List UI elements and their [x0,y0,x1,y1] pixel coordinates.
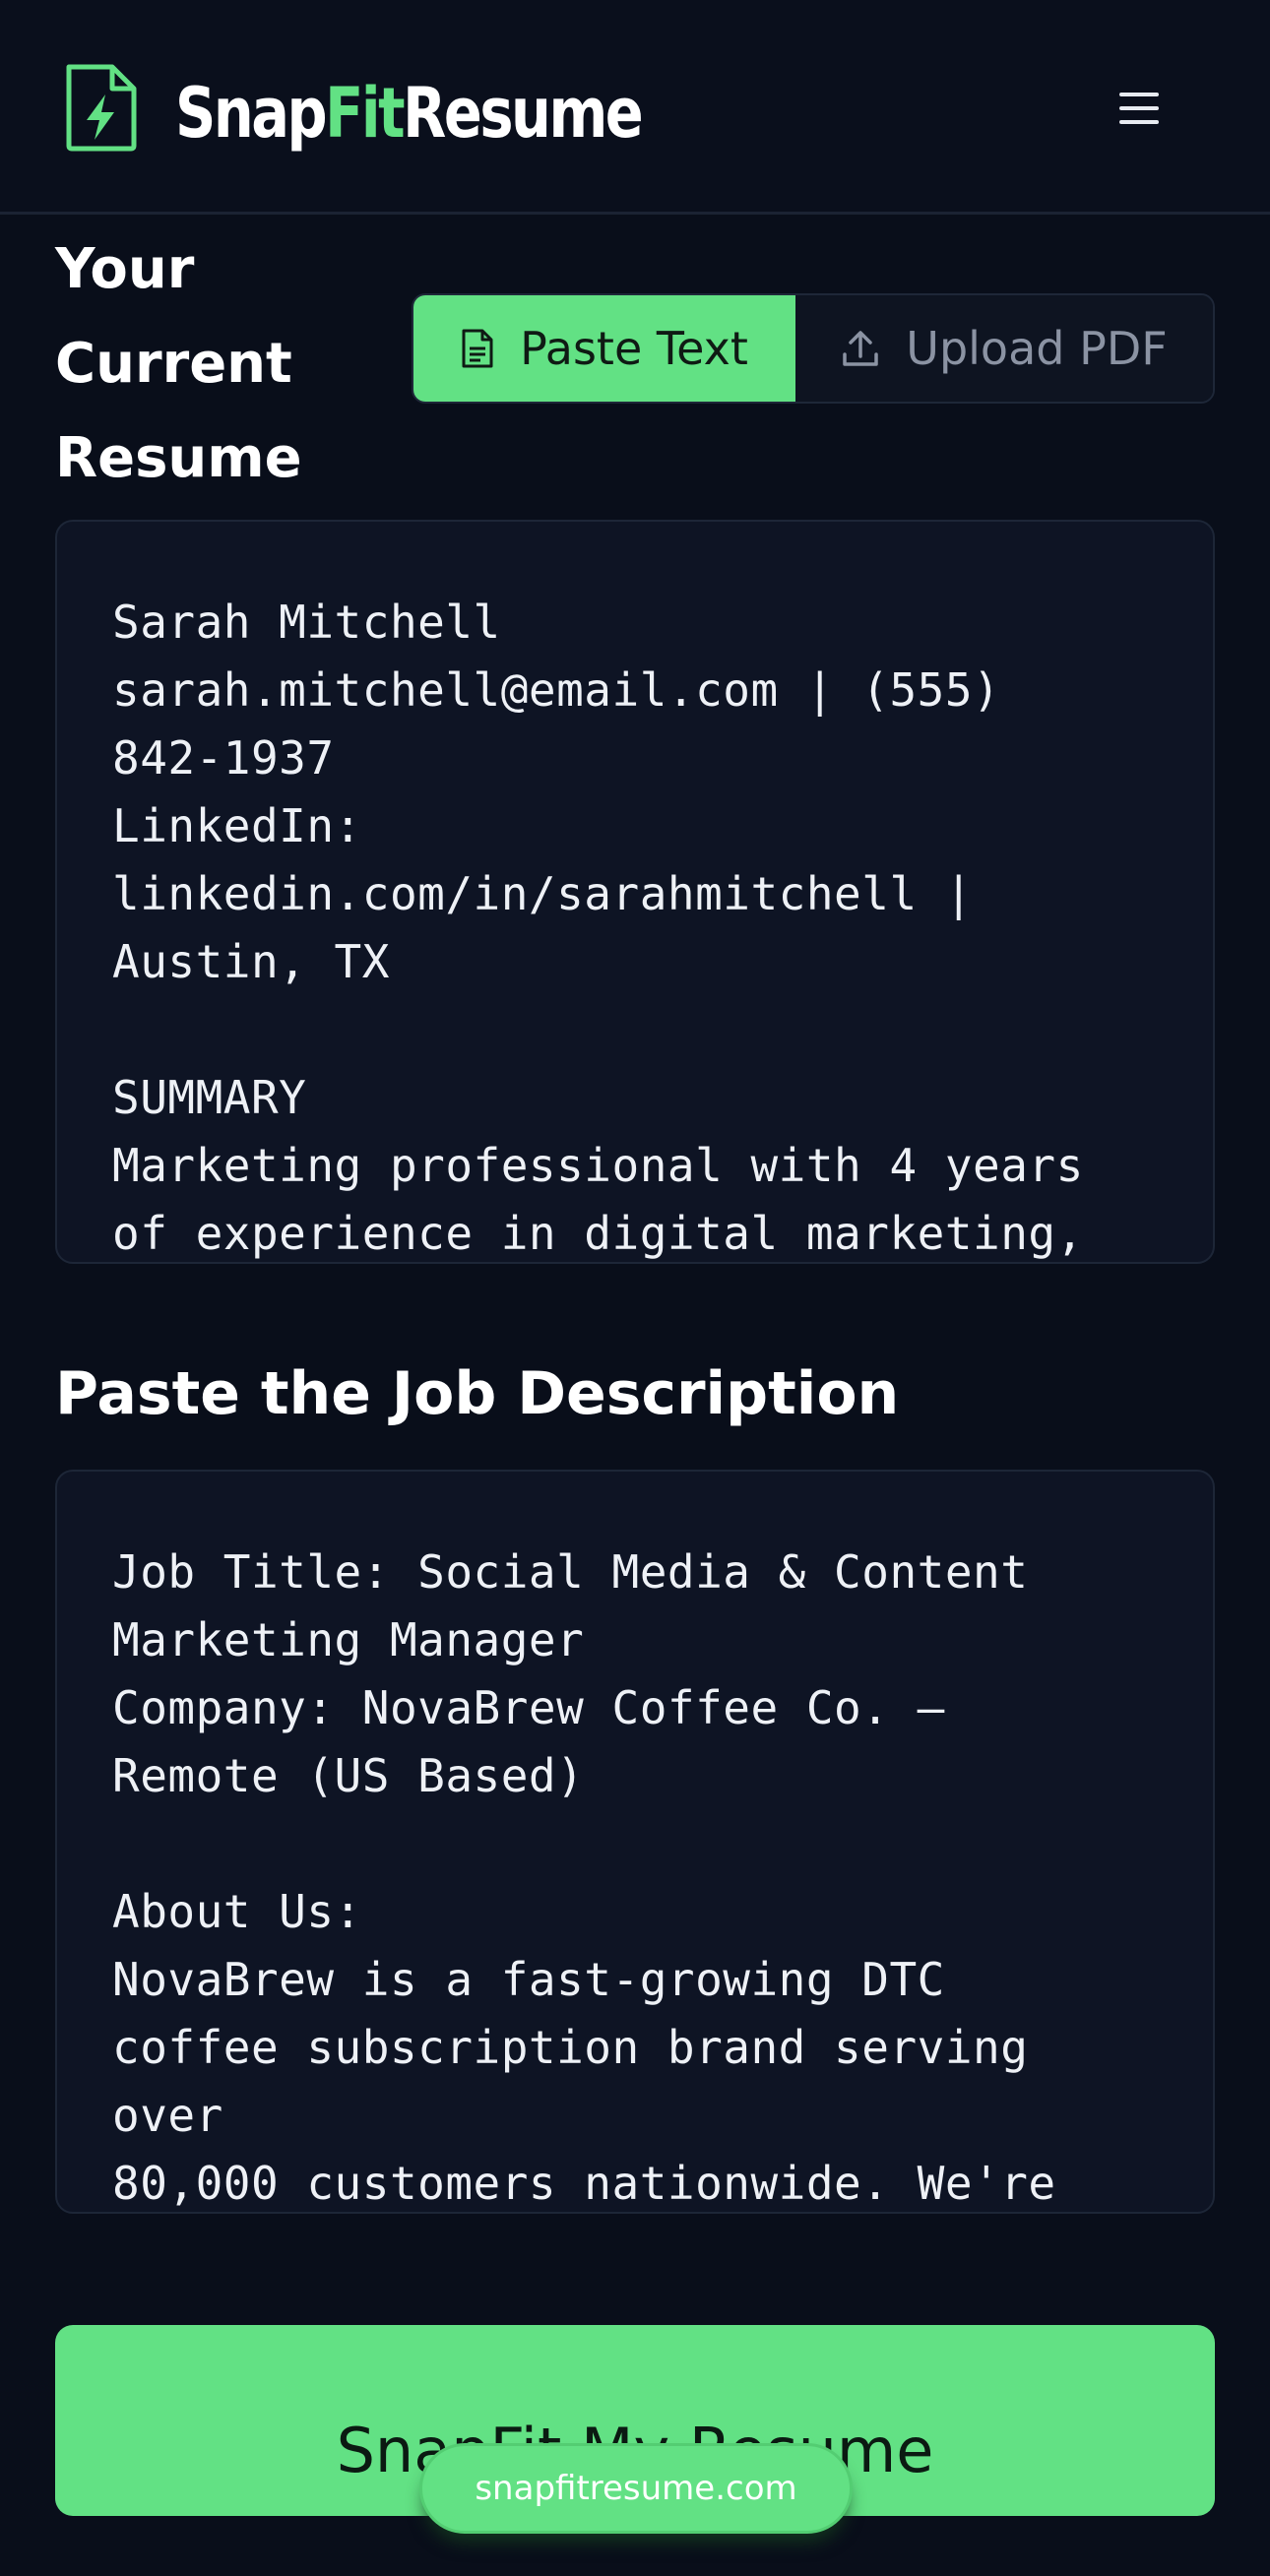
brand-name[interactable]: SnapFitResume [175,69,644,157]
upload-pdf-tab[interactable]: Upload PDF [795,295,1213,402]
resume-section-title: Your Current Resume [55,237,302,490]
paste-text-label: Paste Text [520,322,748,375]
job-description-title: Paste the Job Description [55,1359,900,1428]
resume-input-mode-toggle: Paste Text Upload PDF [412,293,1215,404]
brand-fit: Fit [325,73,405,154]
app-header: SnapFitResume [0,0,1270,215]
paste-text-tab[interactable]: Paste Text [413,295,795,402]
upload-pdf-label: Upload PDF [906,322,1168,375]
lightning-document-icon[interactable] [63,63,138,152]
site-url-badge[interactable]: snapfitresume.com [419,2443,853,2534]
job-description-textarea[interactable]: Job Title: Social Media & Content Market… [55,1470,1215,2214]
brand-snap: Snap [175,73,328,154]
brand-resume: Resume [403,73,644,154]
document-icon [462,329,493,368]
hamburger-menu-icon[interactable] [1111,87,1170,130]
upload-icon [843,331,879,366]
resume-textarea[interactable]: Sarah Mitchell sarah.mitchell@email.com … [55,520,1215,1264]
